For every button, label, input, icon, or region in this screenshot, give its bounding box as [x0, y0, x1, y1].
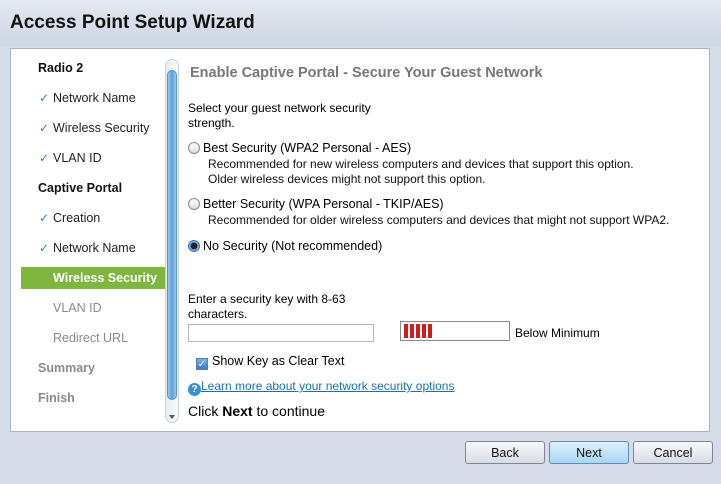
sidebar-item-network-name[interactable]: ✓ Network Name [21, 87, 165, 109]
checkbox-checked-icon[interactable]: ✓ [196, 358, 208, 370]
checkmark-icon: ✓ [39, 211, 50, 225]
intro-text: Select your guest network security stren… [188, 101, 371, 130]
help-question-icon[interactable]: ? [188, 383, 201, 396]
window-title: Access Point Setup Wizard [10, 12, 255, 33]
security-key-label: Enter a security key with 8-63 character… [188, 292, 346, 321]
scroll-down-arrow-icon[interactable] [169, 415, 175, 419]
wizard-steps-sidebar: Radio 2 ✓ Network Name ✓ Wireless Security… [11, 49, 165, 431]
checkmark-icon: ✓ [39, 91, 50, 105]
radio-no-security[interactable]: No Security (Not recommended) [188, 239, 382, 253]
help-row: ? Learn more about your network security … [188, 379, 454, 396]
content-area: Enable Captive Portal - Secure Your Gues… [188, 49, 708, 431]
scrollbar-thumb[interactable] [167, 70, 177, 400]
checkmark-icon: ✓ [39, 121, 50, 135]
radio-better-security[interactable]: Better Security (WPA Personal - TKIP/AES… [188, 197, 444, 211]
key-strength-meter [400, 321, 510, 341]
option-description: Recommended for new wireless computers a… [208, 157, 634, 186]
checkmark-icon: ✓ [39, 241, 50, 255]
radio-label: Best Security (WPA2 Personal - AES) [203, 141, 412, 155]
radio-button-icon[interactable] [188, 198, 200, 210]
page-title: Enable Captive Portal - Secure Your Gues… [190, 65, 543, 81]
back-button[interactable]: Back [465, 441, 545, 464]
radio-best-security[interactable]: Best Security (WPA2 Personal - AES) [188, 141, 411, 155]
next-button[interactable]: Next [549, 441, 629, 464]
continue-instruction: Click Next to continue [188, 403, 325, 419]
cancel-button[interactable]: Cancel [633, 441, 713, 464]
show-key-checkbox-row[interactable]: ✓ Show Key as Clear Text [196, 354, 344, 370]
option-description: Recommended for older wireless computers… [208, 213, 670, 227]
sidebar-section-captive-portal: Captive Portal [38, 181, 123, 195]
sidebar-section-radio2: Radio 2 [38, 61, 84, 75]
wizard-panel: Radio 2 ✓ Network Name ✓ Wireless Security… [10, 48, 710, 432]
radio-button-icon[interactable] [188, 142, 200, 154]
title-bar: Access Point Setup Wizard [0, 0, 721, 46]
sidebar-item-cp-wireless-security[interactable]: Wireless Security [21, 267, 165, 289]
radio-button-selected-icon[interactable] [188, 240, 200, 252]
sidebar-item-vlan-id[interactable]: ✓ VLAN ID [21, 147, 165, 169]
sidebar-scrollbar[interactable] [165, 59, 179, 423]
sidebar-item-redirect-url: Redirect URL [53, 331, 129, 345]
sidebar-item-cp-vlan-id: VLAN ID [53, 301, 102, 315]
sidebar-section-summary: Summary [38, 361, 95, 375]
sidebar-item-wireless-security[interactable]: ✓ Wireless Security [21, 117, 165, 139]
key-strength-label: Below Minimum [515, 326, 600, 340]
checkmark-icon: ✓ [39, 151, 50, 165]
radio-label: No Security (Not recommended) [203, 239, 383, 253]
sidebar-item-cp-network-name[interactable]: ✓ Network Name [21, 237, 165, 259]
sidebar-item-creation[interactable]: ✓ Creation [21, 207, 165, 229]
learn-more-link[interactable]: Learn more about your network security o… [201, 379, 454, 393]
security-key-input[interactable] [188, 324, 374, 342]
radio-label: Better Security (WPA Personal - TKIP/AES… [203, 197, 444, 211]
show-key-label: Show Key as Clear Text [212, 354, 345, 368]
sidebar-section-finish: Finish [38, 391, 75, 405]
